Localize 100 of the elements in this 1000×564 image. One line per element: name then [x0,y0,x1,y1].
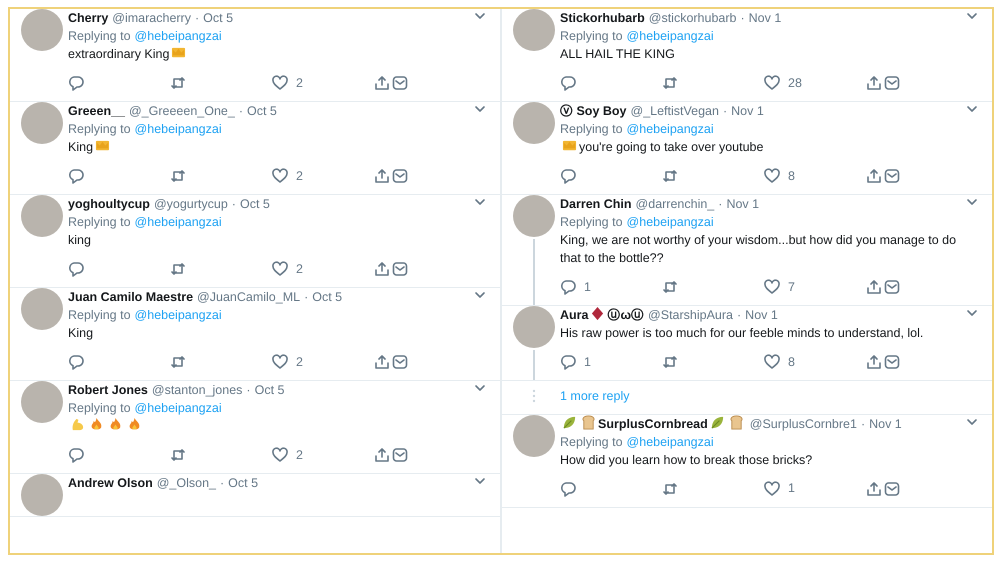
tweet-date[interactable]: Oct 5 [228,476,258,490]
chevron-down-icon[interactable] [966,197,978,207]
envelope-icon[interactable] [884,354,900,370]
envelope-icon[interactable] [884,75,900,91]
user-handle[interactable]: @stanton_jones [152,383,242,397]
mention-link[interactable]: @hebeipangzai [134,122,222,136]
chevron-down-icon[interactable] [966,104,978,114]
tweet-date[interactable]: Oct 5 [254,383,284,397]
retweet-icon[interactable] [170,354,186,370]
reply-icon[interactable] [560,354,576,370]
share-icon[interactable] [374,168,390,184]
user-handle[interactable]: @SurplusCornbre1 [750,416,857,431]
envelope-icon[interactable] [884,168,900,184]
share-icon[interactable] [866,168,882,184]
share-icon[interactable] [374,75,390,91]
envelope-icon[interactable] [392,447,408,463]
envelope-icon[interactable] [884,480,900,497]
share-icon[interactable] [866,354,882,370]
chevron-down-icon[interactable] [966,11,978,21]
share-icon[interactable] [866,75,882,91]
retweet-icon[interactable] [662,75,678,91]
mention-link[interactable]: @hebeipangzai [134,215,222,229]
envelope-icon[interactable] [392,75,408,91]
like-count: 28 [788,74,802,92]
user-handle[interactable]: @_Olson_ [156,476,216,490]
share-icon[interactable] [866,480,882,497]
reply-icon[interactable] [68,261,84,277]
reply-icon[interactable] [68,75,84,91]
retweet-icon[interactable] [662,168,678,184]
share-icon[interactable] [374,261,390,277]
user-handle[interactable]: @darrenchin_ [636,197,714,211]
mention-link[interactable]: @hebeipangzai [626,29,714,43]
tweet-text: King, we are not worthy of your wisdom...but how did you manage to do that to the bottle?? [560,233,956,265]
retweet-icon[interactable] [170,168,186,184]
user-handle[interactable]: @yogurtycup [154,197,228,211]
tweet-date[interactable]: Oct 5 [240,197,270,211]
tweet-text: How did you learn how to break those bricks? [560,452,812,467]
user-handle[interactable]: @_LeftistVegan [630,104,719,118]
tweet-date[interactable]: Oct 5 [312,290,342,304]
heart-icon[interactable] [764,168,780,184]
tweet-date[interactable]: Nov 1 [745,308,778,322]
share-icon[interactable] [866,279,882,295]
tweet-date[interactable]: Oct 5 [246,104,277,118]
reply-icon[interactable] [68,168,84,184]
reply-icon[interactable] [560,75,576,91]
envelope-icon[interactable] [392,261,408,277]
envelope-icon[interactable] [392,168,408,184]
heart-icon[interactable] [272,261,288,277]
share-icon[interactable] [374,447,390,463]
mention-link[interactable]: @hebeipangzai [626,434,714,449]
reply-count: 1 [584,278,591,296]
chevron-down-icon[interactable] [474,476,486,486]
chevron-down-icon[interactable] [474,104,486,114]
heart-icon[interactable] [764,354,780,370]
retweet-icon[interactable] [170,75,186,91]
tweet-date[interactable]: Nov 1 [726,197,760,211]
heart-icon[interactable] [272,354,288,370]
chevron-down-icon[interactable] [966,416,978,427]
mention-link[interactable]: @hebeipangzai [134,29,222,43]
chevron-down-icon[interactable] [474,197,486,207]
heart-icon[interactable] [764,75,780,91]
avatar-placeholder [21,195,63,237]
retweet-icon[interactable] [662,480,678,497]
heart-icon[interactable] [272,75,288,91]
heart-icon[interactable] [764,480,780,497]
retweet-icon[interactable] [170,261,186,277]
tweet-date[interactable]: Oct 5 [203,11,234,25]
retweet-icon[interactable] [662,279,678,295]
tweet-date[interactable]: Nov 1 [748,11,782,25]
more-replies-link[interactable]: 1 more reply [560,387,630,406]
envelope-icon[interactable] [884,279,900,295]
mention-link[interactable]: @hebeipangzai [134,401,222,415]
reply-icon[interactable] [560,279,576,295]
reply-icon[interactable] [68,447,84,463]
tweet-date[interactable]: Nov 1 [869,416,902,431]
reply-icon[interactable] [560,168,576,184]
mention-link[interactable]: @hebeipangzai [626,215,714,229]
chevron-down-icon[interactable] [474,290,486,300]
heart-icon[interactable] [764,279,780,295]
user-handle[interactable]: @imaracherry [112,11,191,25]
separator-dot: · [232,197,236,211]
heart-icon[interactable] [272,168,288,184]
user-handle[interactable]: @stickorhubarb [648,11,736,25]
mention-link[interactable]: @hebeipangzai [134,308,222,322]
envelope-icon[interactable] [392,354,408,370]
tweet-date[interactable]: Nov 1 [731,104,764,118]
reply-icon[interactable] [560,480,576,497]
chevron-down-icon[interactable] [474,11,486,21]
chevron-down-icon[interactable] [966,308,978,318]
user-handle[interactable]: @JuanCamilo_ML [197,290,300,304]
mention-link[interactable]: @hebeipangzai [626,122,714,136]
heart-icon[interactable] [272,447,288,463]
chevron-down-icon[interactable] [474,383,486,393]
share-icon[interactable] [374,354,390,370]
retweet-icon[interactable] [662,354,678,370]
reply-icon[interactable] [68,354,84,370]
retweet-icon[interactable] [170,447,186,463]
separator-dot: · [304,290,308,304]
user-handle[interactable]: @_Greeeen_One_ [128,104,235,118]
user-handle[interactable]: @StarshipAura [648,308,733,322]
